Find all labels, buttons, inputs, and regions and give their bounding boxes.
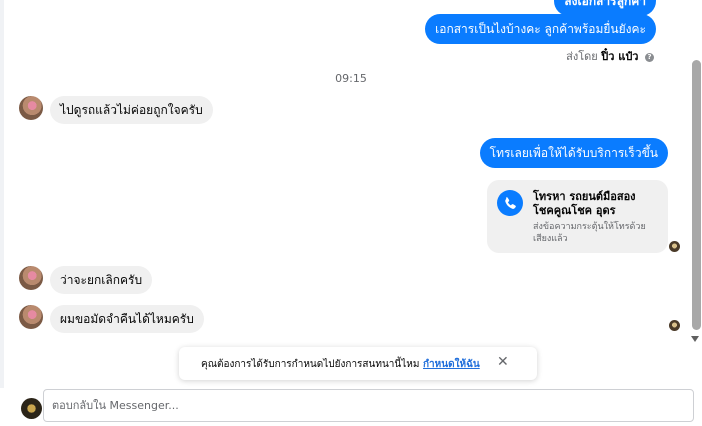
message-in-3[interactable]: ผมขอมัดจำคืนได้ไหมครับ bbox=[50, 305, 204, 333]
sent-by-prefix: ส่งโดย bbox=[566, 50, 598, 63]
toast-message: คุณต้องการได้รับการกำหนดไปยังการสนทนานี้… bbox=[201, 359, 420, 370]
message-in-2[interactable]: ว่าจะยกเลิกครับ bbox=[50, 266, 153, 294]
assign-to-me-link[interactable]: กำหนดให้ฉัน bbox=[423, 357, 480, 372]
close-icon[interactable]: ✕ bbox=[497, 354, 509, 370]
scroll-down-arrow[interactable] bbox=[691, 336, 699, 342]
message-out-call-prompt[interactable]: โทรเลยเพื่อให้ได้รับบริการเร็วขึ้น bbox=[479, 138, 668, 168]
seen-avatar bbox=[669, 241, 680, 252]
pane-divider bbox=[0, 0, 4, 388]
sent-by-name: ปิ๋ว แป๋ว bbox=[601, 50, 639, 63]
call-card-subtitle: ส่งข้อความกระตุ้นให้โทรด้วยเสียงแล้ว bbox=[533, 222, 646, 244]
conversation-pane: ส่งเอกสารลูกค้า เอกสารเป็นไงบ้างคะ ลูกค้… bbox=[0, 0, 688, 388]
compose-bar bbox=[0, 388, 702, 426]
help-icon[interactable]: ? bbox=[645, 53, 654, 62]
reply-input[interactable] bbox=[43, 389, 694, 422]
scrollbar-thumb[interactable] bbox=[692, 60, 701, 330]
sent-by-label: ส่งโดย ปิ๋ว แป๋ว ? bbox=[566, 47, 654, 65]
contact-avatar[interactable] bbox=[19, 96, 43, 120]
contact-avatar[interactable] bbox=[19, 305, 43, 329]
seen-avatar bbox=[669, 320, 680, 331]
message-timestamp: 09:15 bbox=[335, 72, 367, 85]
page-avatar bbox=[21, 398, 42, 419]
contact-avatar[interactable] bbox=[19, 266, 43, 290]
assignment-toast: คุณต้องการได้รับการกำหนดไปยังการสนทนานี้… bbox=[179, 347, 537, 380]
message-out-documents[interactable]: เอกสารเป็นไงบ้างคะ ลูกค้าพร้อมยื่นยังคะ bbox=[425, 14, 656, 44]
call-card[interactable]: โทรหา รถยนต์มือสอง โชคคูณโชค อุดร ส่งข้อ… bbox=[487, 180, 668, 253]
message-in-1[interactable]: ไปดูรถแล้วไม่ค่อยถูกใจครับ bbox=[50, 96, 213, 124]
call-card-title: โทรหา รถยนต์มือสอง โชคคูณโชค อุดร bbox=[533, 190, 636, 217]
phone-icon bbox=[497, 190, 523, 216]
